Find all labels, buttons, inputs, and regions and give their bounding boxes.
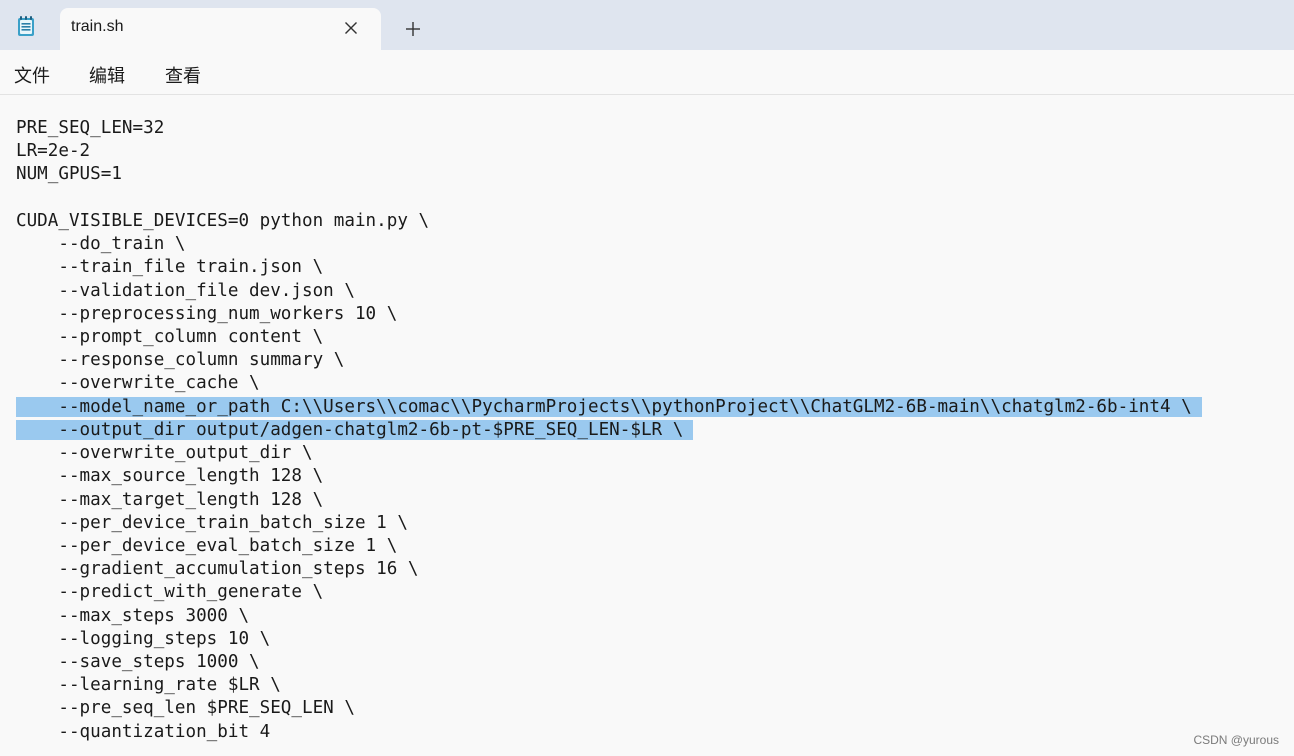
text-editor[interactable]: PRE_SEQ_LEN=32 LR=2e-2 NUM_GPUS=1 CUDA_VISI… [0,95,1294,756]
line-text: --per_device_train_batch_size 1 \ [16,512,408,533]
line-text: PRE_SEQ_LEN=32 [16,118,165,138]
menu-file[interactable]: 文件 [14,62,50,88]
line-text: --overwrite_cache \ [16,373,260,394]
code-line[interactable]: --per_device_train_batch_size 1 \ [16,512,1202,535]
line-text: --quantization_bit 4 [16,721,271,742]
selected-text: --model_name_or_path C:\\Users\\comac\\P… [16,396,1202,417]
code-content[interactable]: PRE_SEQ_LEN=32 LR=2e-2 NUM_GPUS=1 CUDA_VISI… [16,117,1202,744]
line-text: --save_steps 1000 \ [16,652,260,673]
line-text: --logging_steps 10 \ [16,628,271,649]
code-line[interactable]: LR=2e-2 [16,140,1202,163]
code-line[interactable]: --max_source_length 128 \ [16,465,1202,488]
code-line[interactable]: PRE_SEQ_LEN=32 [16,117,1202,140]
code-line[interactable]: CUDA_VISIBLE_DEVICES=0 python main.py \ [16,210,1202,233]
line-text: --preprocessing_num_workers 10 \ [16,303,398,324]
menu-edit[interactable]: 编辑 [89,62,125,88]
code-line[interactable]: --max_target_length 128 \ [16,489,1202,512]
line-text: NUM_GPUS=1 [16,164,122,185]
code-line[interactable]: --max_steps 3000 \ [16,605,1202,628]
watermark: CSDN @yurous [1193,733,1279,747]
code-line[interactable]: --overwrite_cache \ [16,372,1202,395]
line-text: --response_column summary \ [16,350,345,371]
code-line[interactable]: --validation_file dev.json \ [16,280,1202,303]
plus-icon[interactable] [404,20,422,38]
code-line[interactable]: --overwrite_output_dir \ [16,442,1202,465]
line-text: LR=2e-2 [16,141,91,162]
line-text: --max_target_length 128 \ [16,489,324,510]
line-text: --predict_with_generate \ [16,582,324,603]
tab-train-sh[interactable]: train.sh [60,8,381,50]
code-line[interactable]: --learning_rate $LR \ [16,674,1202,697]
line-text: --validation_file dev.json \ [16,280,355,301]
line-text: --train_file train.json \ [16,257,324,278]
line-text: --max_source_length 128 \ [16,466,324,487]
code-line[interactable]: --response_column summary \ [16,349,1202,372]
code-line[interactable]: NUM_GPUS=1 [16,163,1202,186]
selected-text: --output_dir output/adgen-chatglm2-6b-pt… [16,419,694,440]
code-line[interactable]: --preprocessing_num_workers 10 \ [16,303,1202,326]
code-line[interactable]: --model_name_or_path C:\\Users\\comac\\P… [16,396,1202,419]
code-line[interactable]: --per_device_eval_batch_size 1 \ [16,535,1202,558]
notepad-icon [18,16,34,36]
line-text: --gradient_accumulation_steps 16 \ [16,559,419,580]
code-line[interactable]: --do_train \ [16,233,1202,256]
menu-bar: 文件 编辑 查看 [0,50,1294,95]
code-line[interactable]: --logging_steps 10 \ [16,628,1202,651]
code-line[interactable] [16,187,1202,210]
code-line[interactable]: --pre_seq_len $PRE_SEQ_LEN \ [16,697,1202,720]
menu-view[interactable]: 查看 [165,62,201,88]
line-text: CUDA_VISIBLE_DEVICES=0 python main.py \ [16,210,430,231]
line-text: --max_steps 3000 \ [16,605,250,626]
code-line[interactable]: --gradient_accumulation_steps 16 \ [16,558,1202,581]
code-line[interactable]: --output_dir output/adgen-chatglm2-6b-pt… [16,419,1202,442]
code-line[interactable]: --quantization_bit 4 [16,721,1202,744]
line-text: --do_train \ [16,234,186,255]
code-line[interactable]: --predict_with_generate \ [16,581,1202,604]
title-bar: train.sh [0,0,1294,50]
code-line[interactable]: --prompt_column content \ [16,326,1202,349]
code-line[interactable]: --save_steps 1000 \ [16,651,1202,674]
line-text: --learning_rate $LR \ [16,675,281,696]
close-icon[interactable] [343,20,359,36]
code-line[interactable]: --train_file train.json \ [16,256,1202,279]
tab-title: train.sh [71,18,124,35]
line-text: --pre_seq_len $PRE_SEQ_LEN \ [16,698,355,719]
line-text: --overwrite_output_dir \ [16,443,313,464]
line-text: --prompt_column content \ [16,326,324,347]
line-text: --per_device_eval_batch_size 1 \ [16,535,398,556]
